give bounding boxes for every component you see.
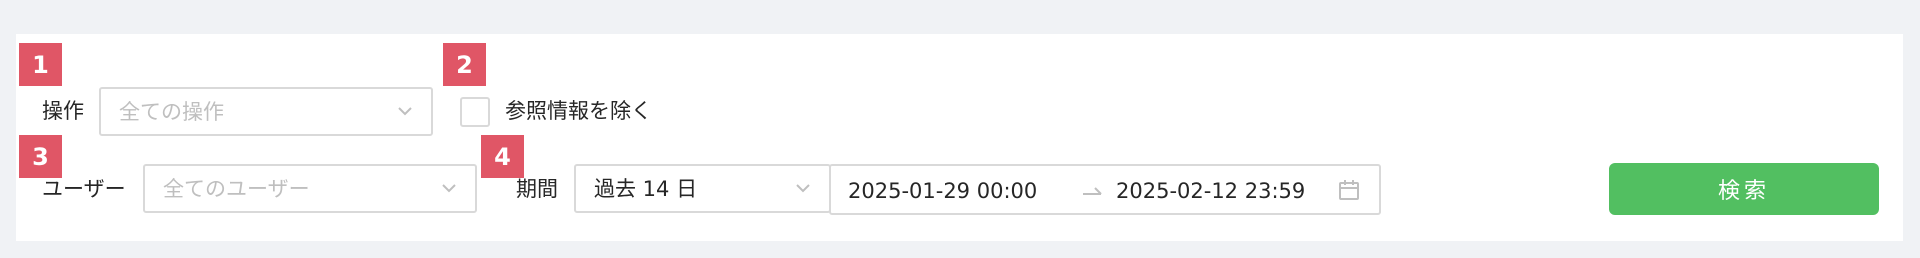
step-badge-3: 3 (19, 135, 62, 178)
user-label: ユーザー (42, 177, 126, 201)
search-button[interactable]: 検索 (1609, 163, 1879, 215)
step-badge-1: 1 (19, 43, 62, 86)
period-label: 期間 (516, 177, 558, 201)
user-select[interactable]: 全てのユーザー (143, 164, 477, 213)
period-select-value: 過去 14 日 (594, 176, 698, 201)
operation-label: 操作 (42, 99, 84, 123)
date-range-start[interactable]: 2025-01-29 00:00 (848, 176, 1037, 206)
step-badge-2: 2 (443, 43, 486, 86)
date-range-end[interactable]: 2025-02-12 23:59 (1116, 176, 1305, 206)
chevron-down-icon (398, 107, 412, 116)
operation-select[interactable]: 全ての操作 (99, 87, 433, 136)
step-badge-4: 4 (481, 135, 524, 178)
period-select[interactable]: 過去 14 日 (574, 164, 831, 213)
user-select-value: 全てのユーザー (163, 176, 310, 201)
arrow-right-icon (1083, 187, 1102, 195)
exclude-reference-checkbox[interactable] (460, 97, 490, 127)
exclude-reference-label[interactable]: 参照情報を除く (505, 96, 652, 126)
operation-select-value: 全ての操作 (119, 99, 224, 124)
date-range-picker[interactable]: 2025-01-29 00:00 2025-02-12 23:59 (829, 164, 1381, 215)
calendar-icon[interactable] (1337, 178, 1361, 202)
chevron-down-icon (442, 184, 456, 193)
chevron-down-icon (796, 184, 810, 193)
